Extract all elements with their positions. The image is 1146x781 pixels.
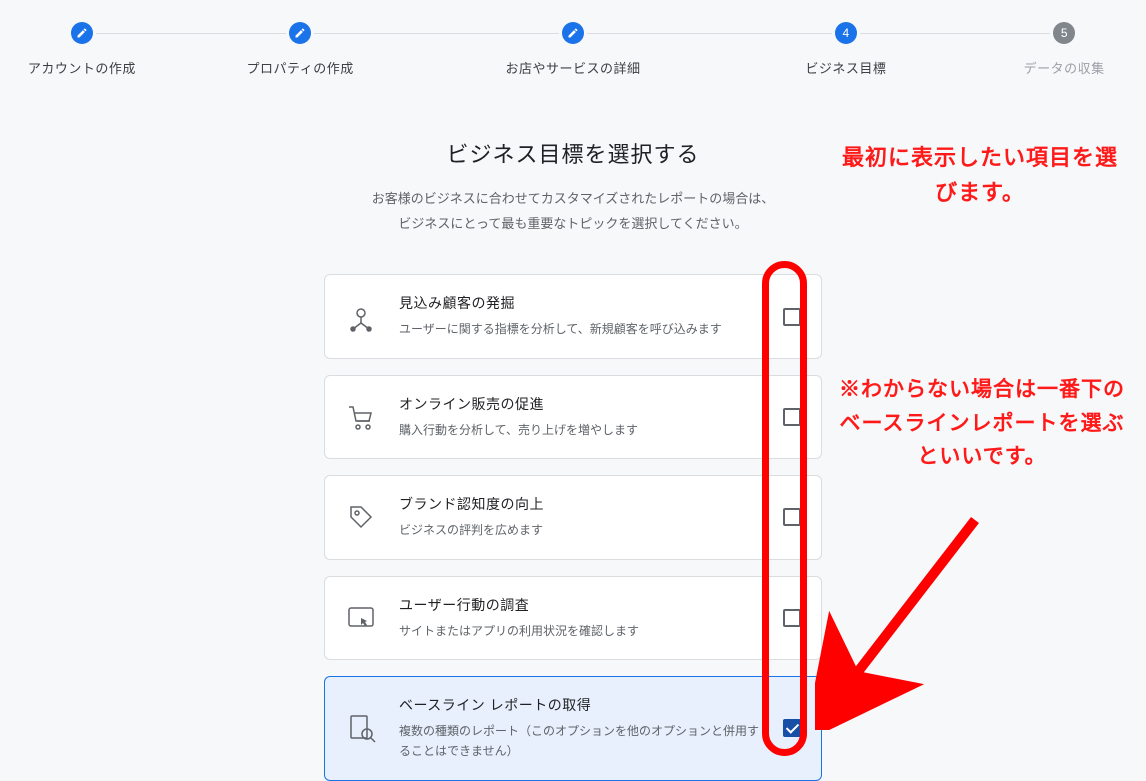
option-checkbox[interactable]	[783, 609, 801, 627]
option-sales[interactable]: オンライン販売の促進 購入行動を分析して、売り上げを増やします	[324, 375, 822, 459]
option-title: ブランド認知度の向上	[399, 494, 761, 514]
step-number-icon: 4	[835, 22, 857, 44]
option-desc: ユーザーに関する指標を分析して、新規顧客を呼び込みます	[399, 319, 761, 339]
step-label: アカウントの作成	[28, 58, 136, 77]
option-title: ベースライン レポートの取得	[399, 695, 761, 715]
step-account[interactable]: アカウントの作成	[0, 22, 164, 77]
step-label: お店やサービスの詳細	[506, 58, 641, 77]
stepper: アカウントの作成 プロパティの作成 お店やサービスの詳細 4 ビジネス目標 5 …	[0, 0, 1146, 77]
option-desc: ビジネスの評判を広めます	[399, 520, 761, 540]
option-brand[interactable]: ブランド認知度の向上 ビジネスの評判を広めます	[324, 475, 822, 559]
step-label: ビジネス目標	[805, 58, 886, 77]
option-checkbox[interactable]	[783, 408, 801, 426]
page-title: ビジネス目標を選択する	[163, 137, 983, 169]
option-behavior[interactable]: ユーザー行動の調査 サイトまたはアプリの利用状況を確認します	[324, 576, 822, 660]
option-desc: 購入行動を分析して、売り上げを増やします	[399, 420, 761, 440]
pencil-icon	[562, 22, 584, 44]
report-search-icon	[345, 712, 377, 744]
step-details[interactable]: お店やサービスの詳細	[437, 22, 710, 77]
cart-icon	[345, 401, 377, 433]
step-property[interactable]: プロパティの作成	[164, 22, 437, 77]
step-label: プロパティの作成	[247, 58, 354, 77]
screen-cursor-icon	[345, 602, 377, 634]
page-subtitle: お客様のビジネスに合わせてカスタマイズされたレポートの場合は、 ビジネスにとって…	[163, 187, 983, 236]
option-checkbox[interactable]	[783, 719, 801, 737]
option-desc: サイトまたはアプリの利用状況を確認します	[399, 621, 761, 641]
option-leads[interactable]: 見込み顧客の発掘 ユーザーに関する指標を分析して、新規顧客を呼び込みます	[324, 274, 822, 358]
step-label: データの収集	[1024, 58, 1105, 77]
pencil-icon	[71, 22, 93, 44]
option-title: オンライン販売の促進	[399, 394, 761, 414]
option-checkbox[interactable]	[783, 308, 801, 326]
option-title: 見込み顧客の発掘	[399, 293, 761, 313]
step-number-icon: 5	[1053, 22, 1075, 44]
leads-icon	[345, 301, 377, 333]
option-baseline[interactable]: ベースライン レポートの取得 複数の種類のレポート（このオプションを他のオプショ…	[324, 676, 822, 781]
option-title: ユーザー行動の調査	[399, 595, 761, 615]
step-goals: 4 ビジネス目標	[709, 22, 982, 77]
option-checkbox[interactable]	[783, 508, 801, 526]
tag-icon	[345, 501, 377, 533]
step-data-collection: 5 データの収集	[982, 22, 1146, 77]
options-list: 見込み顧客の発掘 ユーザーに関する指標を分析して、新規顧客を呼び込みます オンラ…	[324, 274, 822, 780]
option-desc: 複数の種類のレポート（このオプションを他のオプションと併用することはできません）	[399, 721, 761, 762]
pencil-icon	[289, 22, 311, 44]
